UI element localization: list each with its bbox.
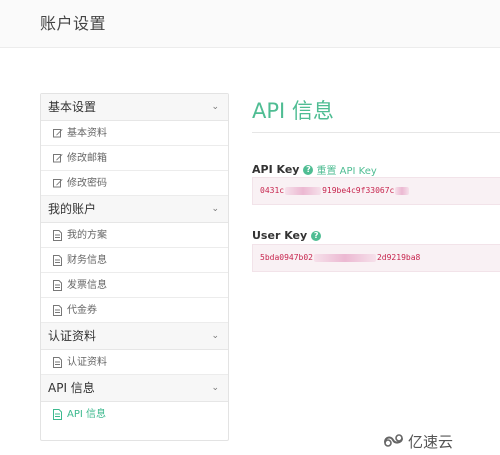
sidebar-group-title: 基本设置 — [48, 100, 97, 114]
yisu-cloud-logo — [383, 433, 408, 451]
top-header-bar: 账户设置 — [0, 0, 500, 48]
user-key-label: User Key — [252, 229, 308, 242]
reset-api-key-link[interactable]: 重置 API Key — [316, 162, 376, 177]
api-info-panel: API 信息 API Key ? 重置 API Key 0431c 919be4c… — [252, 93, 500, 272]
sidebar-group-basic-settings[interactable]: 基本设置 ⌄ — [41, 94, 228, 121]
sidebar-item-invoice-info[interactable]: 发票信息 — [41, 273, 228, 298]
user-key-value-prefix: 5bda0947b02 — [260, 253, 313, 262]
sidebar-group-title: 我的账户 — [48, 202, 97, 216]
redacted-segment — [285, 186, 322, 195]
chevron-down-icon: ⌄ — [211, 383, 219, 393]
question-circle-icon[interactable]: ? — [311, 230, 322, 241]
document-icon — [53, 356, 63, 368]
sidebar-item-label: 修改密码 — [67, 177, 107, 189]
api-key-value-prefix: 0431c — [260, 186, 285, 195]
sidebar-item-finance-info[interactable]: 财务信息 — [41, 248, 228, 273]
section-title: API 信息 — [252, 99, 334, 123]
question-circle-icon[interactable]: ? — [303, 164, 314, 175]
watermark: 亿速云 — [383, 431, 453, 452]
sidebar-group-api-info[interactable]: API 信息 ⌄ — [41, 375, 228, 402]
api-key-value[interactable]: 0431c 919be4c9f33067c — [252, 177, 500, 205]
chevron-down-icon: ⌄ — [211, 204, 219, 214]
sidebar-item-label: API 信息 — [67, 409, 106, 420]
api-key-label: API Key — [252, 163, 300, 176]
page-title: 账户设置 — [40, 14, 107, 33]
sidebar-item-verification-docs[interactable]: 认证资料 — [41, 350, 228, 375]
sidebar-item-change-email[interactable]: 修改邮箱 — [41, 146, 228, 171]
api-key-value-middle: 919be4c9f33067c — [322, 186, 395, 195]
document-icon — [53, 279, 63, 291]
document-icon — [53, 254, 63, 266]
edit-icon — [53, 153, 63, 164]
user-key-value[interactable]: 5bda0947b02 2d9219ba8 — [252, 244, 500, 272]
settings-sidebar: 基本设置 ⌄ 基本资料 修改邮箱 修改密码 我的账户 ⌄ 我的方案 财务信息 发… — [40, 93, 229, 441]
redacted-segment — [313, 253, 376, 262]
sidebar-item-label: 财务信息 — [67, 254, 107, 266]
sidebar-item-label: 认证资料 — [67, 356, 107, 368]
edit-icon — [53, 178, 63, 189]
user-key-label-row: User Key ? — [252, 229, 322, 242]
chevron-down-icon: ⌄ — [211, 331, 219, 341]
api-key-label-row: API Key ? 重置 API Key — [252, 162, 377, 177]
sidebar-item-label: 基本资料 — [67, 127, 107, 139]
sidebar-group-verification[interactable]: 认证资料 ⌄ — [41, 323, 228, 350]
title-divider — [252, 132, 500, 133]
redacted-segment — [395, 186, 410, 195]
document-icon — [53, 229, 63, 241]
chevron-down-icon: ⌄ — [211, 102, 219, 112]
sidebar-group-title: 认证资料 — [48, 329, 97, 343]
document-icon — [53, 304, 63, 316]
sidebar-item-vouchers[interactable]: 代金券 — [41, 298, 228, 323]
watermark-text: 亿速云 — [408, 433, 454, 451]
sidebar-group-title: API 信息 — [48, 381, 95, 395]
sidebar-item-label: 代金券 — [67, 304, 97, 316]
sidebar-item-api-info[interactable]: API 信息 — [41, 402, 228, 427]
sidebar-item-my-plan[interactable]: 我的方案 — [41, 223, 228, 248]
user-key-value-suffix: 2d9219ba8 — [376, 253, 421, 262]
edit-icon — [53, 128, 63, 139]
sidebar-item-label: 修改邮箱 — [67, 152, 107, 164]
sidebar-group-my-account[interactable]: 我的账户 ⌄ — [41, 196, 228, 223]
document-icon — [53, 409, 63, 420]
sidebar-item-label: 发票信息 — [67, 279, 107, 291]
sidebar-item-label: 我的方案 — [67, 229, 107, 241]
sidebar-item-basic-profile[interactable]: 基本资料 — [41, 121, 228, 146]
sidebar-item-change-password[interactable]: 修改密码 — [41, 171, 228, 196]
